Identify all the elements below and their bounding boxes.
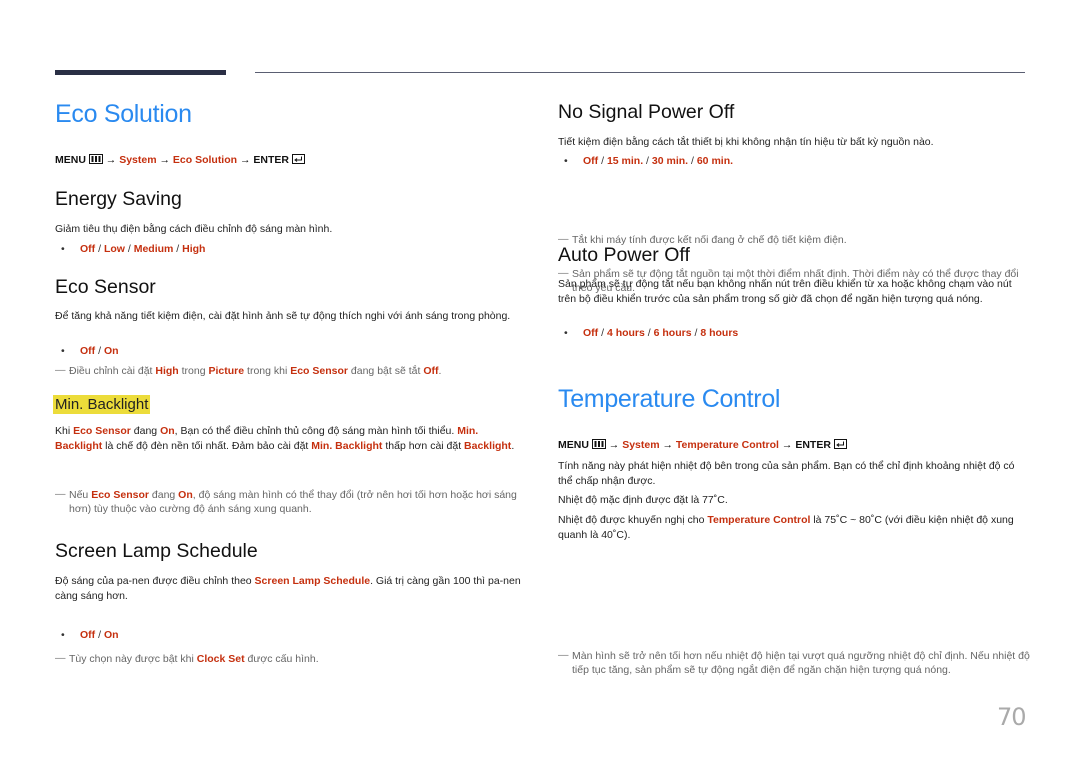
section-title-temperature-control: Temperature Control (558, 385, 781, 413)
menu-label: MENU (55, 154, 86, 166)
bullet-icon: • (564, 155, 568, 167)
option-on: On (103, 345, 119, 357)
bullet-icon: • (61, 629, 65, 641)
enter-icon (291, 154, 305, 167)
menu-grid-icon (88, 154, 103, 167)
option-off: Off (80, 629, 96, 641)
min-backlight-note: — Nếu Eco Sensor đang On, độ sáng màn hìn… (55, 487, 517, 516)
temperature-control-note: — Màn hình sẽ trở nên tối hơn nếu nhiệt đ… (558, 648, 1030, 677)
subsection-title-energy-saving: Energy Saving (55, 188, 182, 210)
menu-path-eco-solution: MENU → System → Eco Solution → ENTER (55, 154, 305, 167)
section-title-eco-solution: Eco Solution (55, 100, 192, 128)
option-off: Off (583, 155, 599, 167)
subsection-title-auto-power-off: Auto Power Off (558, 244, 690, 266)
energy-saving-options: • Off / Low / Medium / High (55, 242, 205, 256)
note-dash-icon: — (558, 648, 569, 661)
bullet-icon: • (61, 345, 65, 357)
option-high: High (182, 243, 206, 255)
screen-lamp-schedule-note: — Tùy chọn này được bật khi Clock Set đượ… (55, 651, 319, 665)
arrow: → (239, 154, 251, 166)
menu-path-item: Eco Solution (172, 154, 238, 166)
arrow: → (159, 154, 170, 166)
option-15-min: 15 min. (606, 155, 644, 167)
enter-label: ENTER (795, 439, 831, 451)
menu-path-system: System (119, 154, 157, 166)
subsection-title-screen-lamp-schedule: Screen Lamp Schedule (55, 540, 258, 562)
page-number: 70 (997, 703, 1027, 731)
menu-label: MENU (558, 439, 589, 451)
option-off: Off (80, 243, 96, 255)
subsection-title-min-backlight-wrap: Min. Backlight (53, 395, 151, 414)
min-backlight-description: Khi Eco Sensor đang On, Bạn có thể điều … (55, 425, 515, 452)
eco-sensor-description: Để tăng khả năng tiết kiệm điện, cài đặt… (55, 310, 511, 322)
option-off: Off (80, 345, 96, 357)
menu-grid-icon (591, 439, 606, 452)
screen-lamp-schedule-options: • Off / On (55, 628, 119, 642)
auto-power-off-description: Sản phẩm sẽ tự động tắt nếu bạn không nh… (558, 278, 1012, 305)
eco-sensor-options: • Off / On (55, 344, 119, 358)
temperature-control-description: Tính năng này phát hiện nhiệt độ bên tro… (558, 460, 1015, 487)
bullet-icon: • (61, 243, 65, 255)
subsection-title-eco-sensor: Eco Sensor (55, 276, 156, 298)
subsection-title-min-backlight: Min. Backlight (53, 395, 151, 414)
bullet-icon: • (564, 327, 568, 339)
menu-path-system: System (622, 439, 660, 451)
screen-lamp-schedule-description: Độ sáng của pa-nen được điều chỉnh theo … (55, 575, 521, 602)
note-dash-icon: — (55, 487, 66, 500)
menu-path-item: Temperature Control (675, 439, 779, 451)
note-dash-icon: — (55, 364, 66, 376)
option-on: On (103, 629, 119, 641)
note-dash-icon: — (55, 651, 66, 664)
header-rule (255, 72, 1025, 73)
temperature-default-text: Nhiệt độ mặc định được đặt là 77˚C. (558, 494, 728, 506)
arrow: → (608, 439, 620, 451)
no-signal-power-off-options: • Off / 15 min. / 30 min. / 60 min. (558, 154, 733, 168)
no-signal-power-off-description: Tiết kiệm điện bằng cách tắt thiết bị kh… (558, 136, 934, 148)
eco-sensor-note: — Điều chỉnh cài đặt High trong Picture t… (55, 364, 442, 377)
option-30-min: 30 min. (651, 155, 689, 167)
option-medium: Medium (133, 243, 174, 255)
subsection-title-no-signal-power-off: No Signal Power Off (558, 101, 735, 123)
option-6-hours: 6 hours (653, 327, 692, 339)
option-low: Low (103, 243, 125, 255)
option-4-hours: 4 hours (606, 327, 645, 339)
enter-label: ENTER (253, 154, 289, 166)
header-bar-thick (55, 70, 226, 75)
enter-icon (833, 439, 847, 452)
arrow: → (781, 439, 793, 451)
option-8-hours: 8 hours (700, 327, 739, 339)
arrow: → (105, 154, 117, 166)
option-60-min: 60 min. (696, 155, 734, 167)
energy-saving-description: Giảm tiêu thụ điện bằng cách điều chỉnh … (55, 223, 333, 235)
arrow: → (662, 439, 673, 451)
option-off: Off (583, 327, 599, 339)
menu-path-temperature-control: MENU → System → Temperature Control → EN… (558, 439, 847, 452)
auto-power-off-options: • Off / 4 hours / 6 hours / 8 hours (558, 326, 738, 340)
temperature-recommended-text: Nhiệt độ được khuyến nghị cho Temperatur… (558, 514, 1014, 541)
